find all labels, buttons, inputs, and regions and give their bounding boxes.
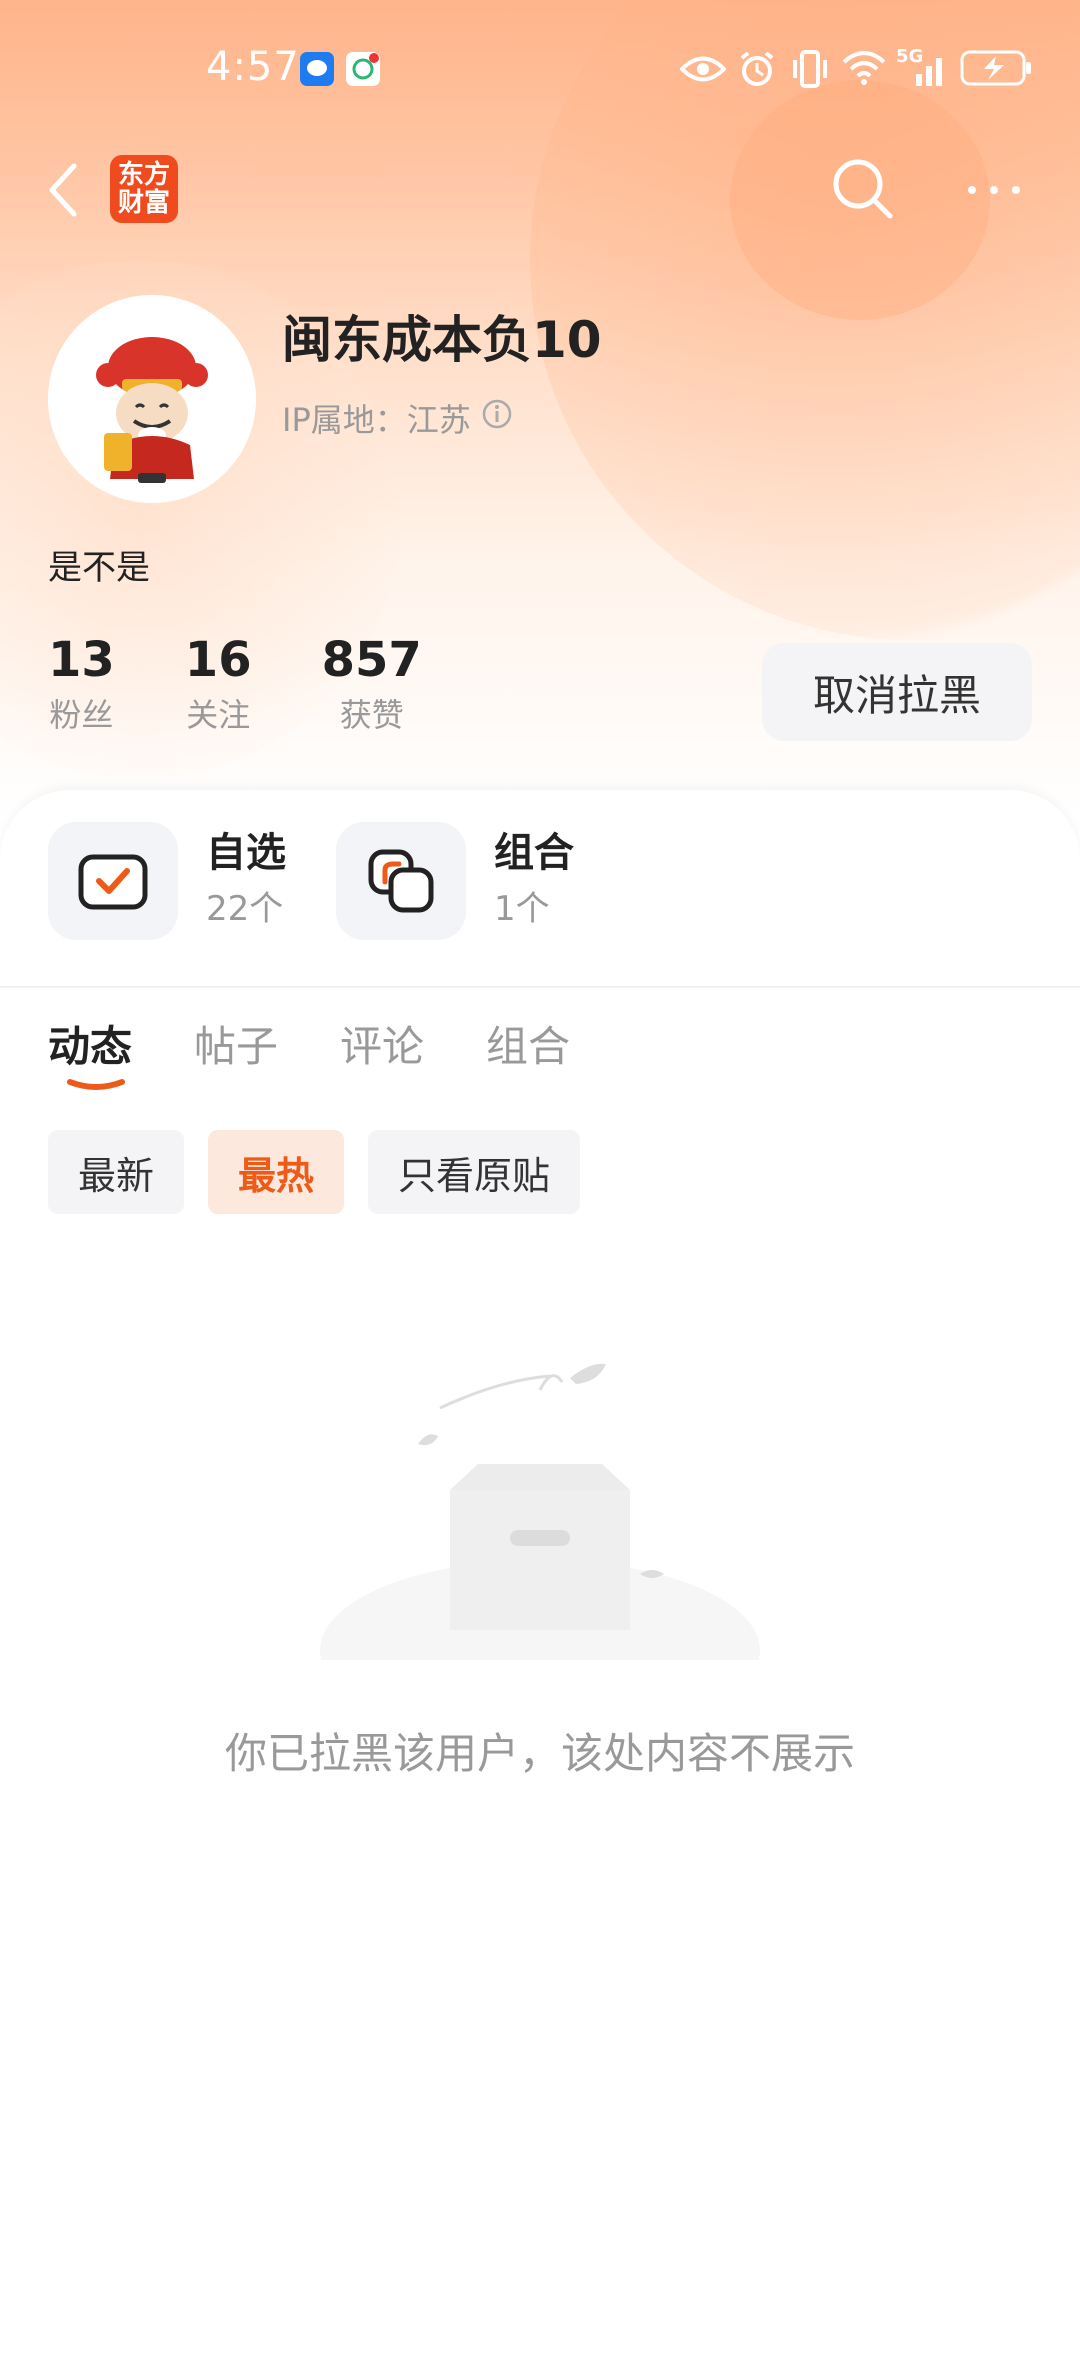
portfolio-squares-icon — [368, 849, 434, 913]
stats-row: 13 粉丝 16 关注 857 获赞 — [48, 630, 492, 740]
tab-portfolio[interactable]: 组合 — [486, 1012, 570, 1102]
tab-posts[interactable]: 帖子 — [194, 1012, 278, 1102]
entry-count: 1个 — [494, 889, 550, 929]
ip-location: IP属地：江苏 — [282, 395, 513, 441]
stat-value: 13 — [48, 632, 115, 688]
tab-activity[interactable]: 动态 — [48, 1012, 132, 1102]
chevron-left-icon — [49, 163, 77, 217]
stat-label: 获赞 — [339, 696, 404, 734]
more-options-button[interactable] — [964, 178, 1024, 202]
message-icon — [300, 52, 334, 90]
app-notification-icon — [346, 52, 380, 90]
tab-label: 帖子 — [194, 1022, 279, 1071]
portfolio-text: 组合 1个 — [494, 825, 574, 937]
empty-state-message: 你已拉黑该用户，该处内容不展示 — [224, 1729, 855, 1778]
logo-text-line1: 东方 — [117, 160, 170, 190]
vibrate-icon — [790, 50, 830, 92]
stat-value: 16 — [184, 632, 252, 688]
filter-hottest[interactable]: 最热 — [208, 1130, 345, 1214]
stat-followers[interactable]: 13 粉丝 — [48, 630, 115, 740]
signal-icon — [896, 52, 950, 92]
fortune-god-avatar-icon — [48, 295, 256, 503]
info-icon[interactable] — [481, 398, 513, 438]
app-logo[interactable]: 东方 财富 — [110, 155, 178, 223]
status-time: 4:57 — [206, 44, 300, 90]
entry-title: 组合 — [494, 830, 574, 876]
divider — [0, 986, 1080, 988]
checkbox-check-icon — [78, 854, 148, 910]
back-button[interactable] — [40, 160, 90, 220]
stat-label: 关注 — [186, 696, 251, 734]
battery-charging-icon — [960, 50, 1034, 90]
wifi-icon — [842, 50, 886, 90]
filter-chips: 最新 最热 只看原贴 — [48, 1130, 604, 1214]
bio-text: 是不是 — [48, 548, 150, 588]
filter-original-only[interactable]: 只看原贴 — [368, 1130, 581, 1214]
alarm-icon — [738, 50, 776, 92]
entry-title: 自选 — [206, 830, 286, 876]
watchlist-text: 自选 22个 — [206, 825, 286, 937]
stat-following[interactable]: 16 关注 — [185, 630, 252, 740]
stat-value: 857 — [321, 632, 422, 688]
unblock-button[interactable]: 取消拉黑 — [762, 643, 1032, 741]
watchlist-entry[interactable]: 自选 22个 — [48, 822, 286, 940]
portfolio-entry[interactable]: 组合 1个 — [336, 822, 574, 940]
tab-underline-icon — [67, 1079, 125, 1090]
content-card: 自选 22个 组合 1个 动态 帖子 评论 组合 最新 最热 只看原贴 你已拉黑… — [0, 790, 1080, 2376]
search-button[interactable] — [828, 154, 898, 224]
tab-comments[interactable]: 评论 — [340, 1012, 424, 1102]
search-icon — [833, 159, 893, 219]
logo-text-line2: 财富 — [117, 188, 170, 218]
tab-label: 动态 — [48, 1022, 133, 1071]
portfolio-icon-box — [336, 822, 466, 940]
empty-box-illustration-icon — [320, 1363, 760, 1660]
tab-bar: 动态 帖子 评论 组合 — [48, 1012, 632, 1102]
stat-label: 粉丝 — [49, 696, 114, 734]
status-bar: 4:57 5G — [0, 0, 1080, 140]
eye-icon — [679, 54, 727, 88]
tab-label: 评论 — [340, 1022, 425, 1071]
stat-likes[interactable]: 857 获赞 — [322, 630, 422, 740]
username: 闽东成本负10 — [282, 311, 602, 369]
watchlist-icon-box — [48, 822, 178, 940]
tab-label: 组合 — [486, 1022, 571, 1071]
more-dots-icon — [968, 186, 1020, 194]
entry-count: 22个 — [206, 889, 284, 929]
filter-latest[interactable]: 最新 — [48, 1130, 185, 1214]
avatar[interactable] — [48, 295, 256, 503]
ip-location-text: IP属地：江苏 — [282, 401, 471, 439]
